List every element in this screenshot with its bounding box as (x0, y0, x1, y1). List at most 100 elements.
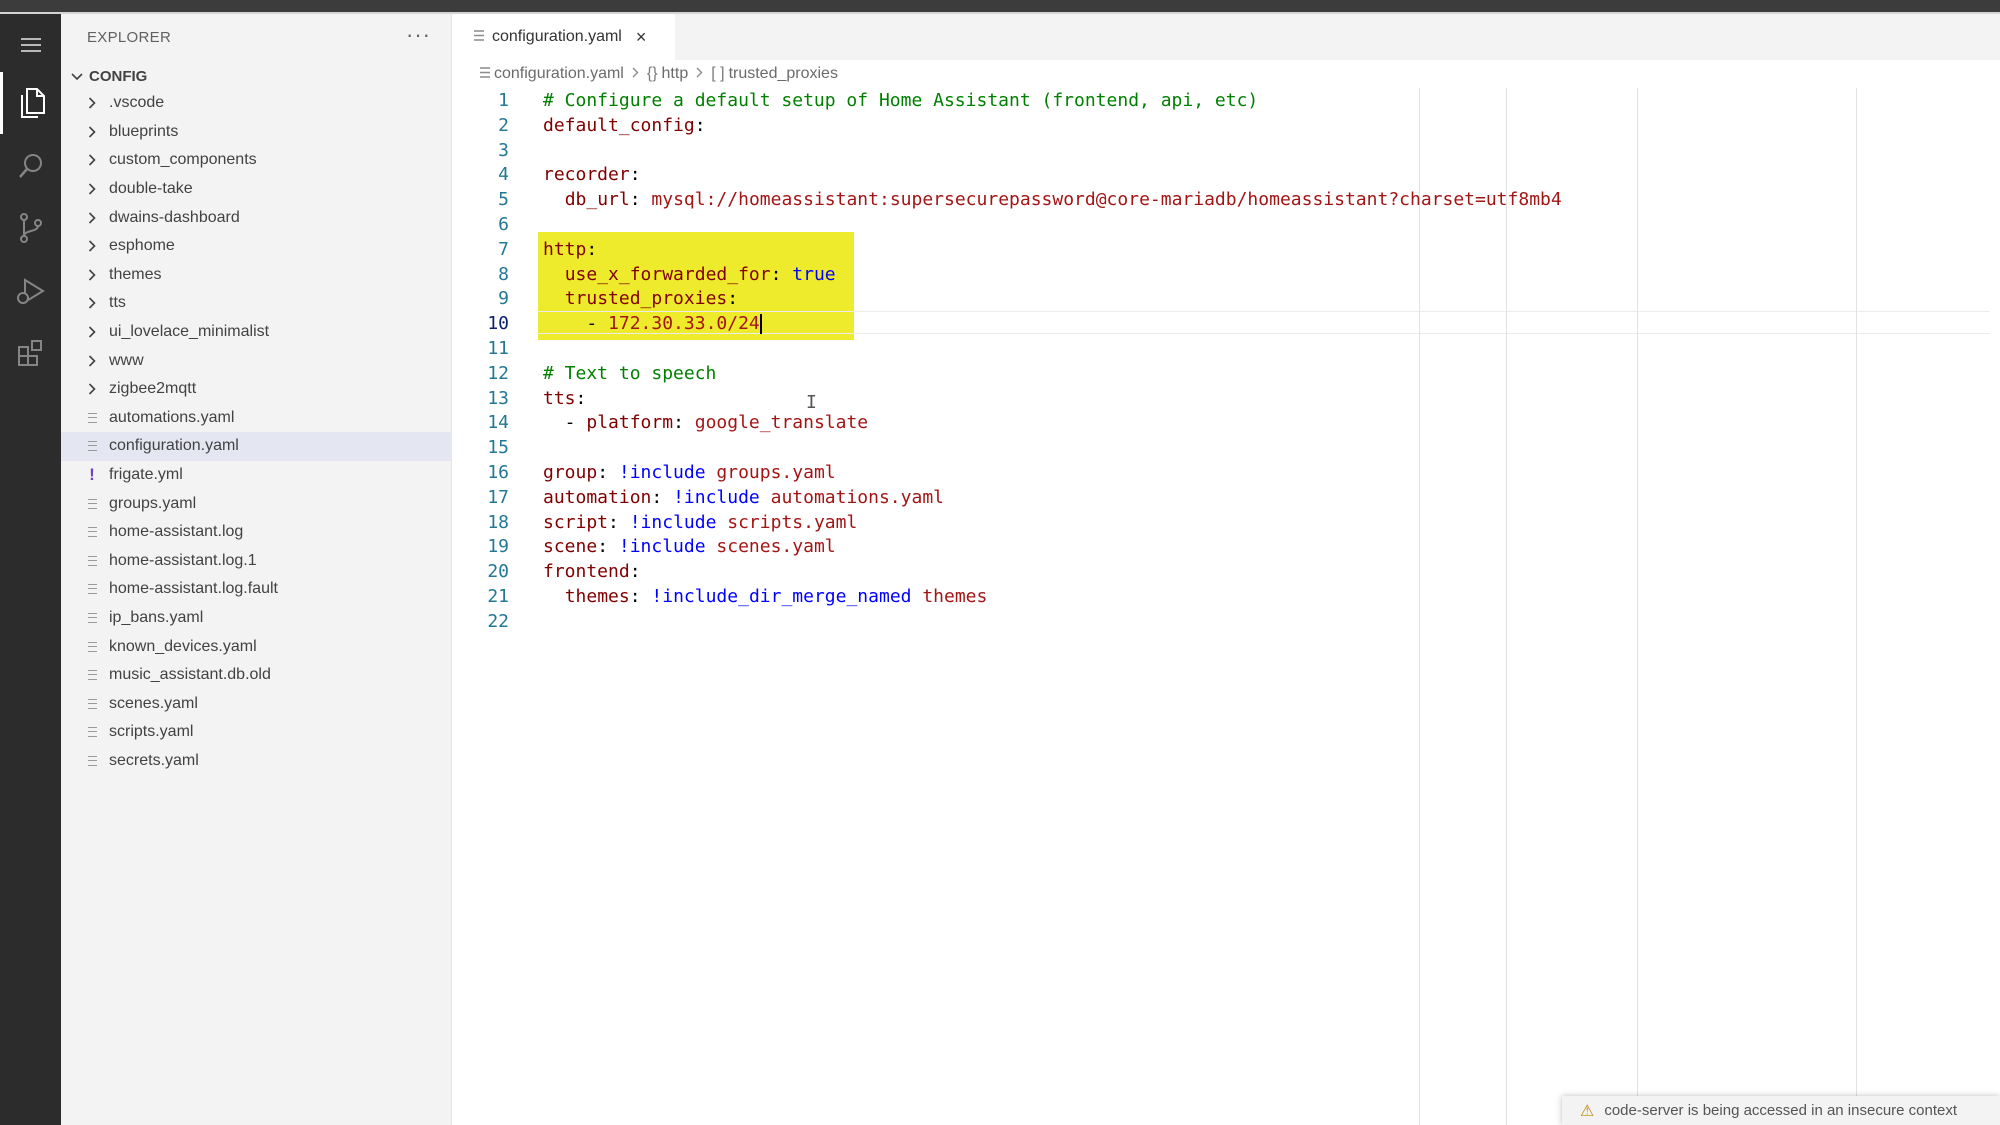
tree-folder[interactable]: tts (61, 289, 452, 318)
code-token: : (770, 263, 793, 285)
code-token: # Configure a default setup of Home Assi… (543, 90, 1259, 111)
tree-file[interactable]: home-assistant.log.1 (61, 547, 452, 576)
code-token: trusted_proxies (564, 288, 728, 310)
tree-folder[interactable]: custom_components (61, 146, 452, 175)
column-ruler (1506, 88, 1507, 1125)
close-icon[interactable]: × (636, 27, 647, 48)
tree-item-label: tts (109, 294, 126, 312)
line-text: tts: (543, 387, 586, 412)
chevron-right-icon (85, 383, 99, 395)
line-text: default_config: (543, 114, 706, 139)
tree-item-label: ip_bans.yaml (109, 608, 204, 626)
tree-file[interactable]: automations.yaml (61, 404, 452, 433)
run-debug-icon[interactable] (0, 260, 61, 322)
tree-item-label: themes (109, 265, 162, 283)
code-token: : (586, 238, 598, 260)
line-text: recorder: (543, 163, 641, 188)
tree-folder[interactable]: .vscode (61, 89, 452, 118)
notification-toast[interactable]: ⚠ code-server is being accessed in an in… (1562, 1096, 2000, 1125)
file-icon (85, 441, 99, 452)
chevron-right-icon (696, 65, 703, 83)
code-token: recorder (543, 164, 630, 186)
chevron-right-icon (85, 126, 99, 138)
tree-file[interactable]: scenes.yaml (61, 689, 452, 718)
code-token: : (597, 461, 619, 483)
code-token: !include (618, 461, 706, 483)
code-token: groups.yaml (705, 461, 836, 483)
line-number: 5 (498, 189, 509, 211)
line-number: 1 (498, 90, 509, 111)
line-number: 11 (487, 337, 509, 359)
code-token: : (575, 387, 587, 409)
activity-bar (0, 14, 61, 1125)
code-token: : (629, 189, 652, 211)
code-token: scene (543, 536, 598, 558)
file-icon (480, 65, 490, 83)
tab-configuration-yaml[interactable]: configuration.yaml × (452, 14, 675, 60)
breadcrumb-trusted-proxies[interactable]: trusted_proxies (729, 65, 838, 83)
line-number: 4 (498, 164, 509, 186)
tree-item-label: esphome (109, 237, 175, 255)
line-text: - 172.30.33.0/24 (543, 312, 762, 337)
tree-item-label: automations.yaml (109, 408, 235, 426)
code-token: 172.30.33.0/24 (608, 313, 760, 335)
tree-folder[interactable]: double-take (61, 175, 452, 204)
line-text: - platform: google_translate (543, 411, 868, 436)
menu-icon[interactable] (0, 20, 61, 70)
line-number: 7 (498, 238, 509, 260)
search-icon[interactable] (0, 135, 61, 197)
tree-item-label: double-take (109, 180, 193, 198)
chevron-right-icon (85, 154, 99, 167)
tree-folder[interactable]: ui_lovelace_minimalist (61, 318, 452, 347)
line-text: script: !include scripts.yaml (543, 511, 857, 536)
more-actions-icon[interactable]: ··· (406, 22, 431, 48)
line-text: scene: !include scenes.yaml (543, 535, 836, 560)
array-symbol-icon: [ ] (711, 65, 725, 82)
breadcrumb-http[interactable]: http (662, 65, 689, 83)
breadcrumb-file[interactable]: configuration.yaml (494, 65, 624, 83)
tree-item-label: secrets.yaml (109, 751, 199, 769)
column-ruler (1856, 88, 1857, 1125)
file-icon (85, 641, 99, 652)
tree-file[interactable]: ip_bans.yaml (61, 604, 452, 633)
tree-folder[interactable]: zigbee2mqtt (61, 375, 452, 404)
file-icon (85, 498, 99, 509)
code-token: tts (543, 387, 576, 409)
code-token: : (673, 412, 695, 434)
folder-root-config[interactable]: CONFIG (61, 63, 452, 89)
line-number: 6 (498, 213, 509, 235)
line-text: frontend: (543, 560, 641, 585)
file-icon (85, 727, 99, 738)
line-number: 18 (487, 511, 509, 533)
tree-item-label: known_devices.yaml (109, 637, 257, 655)
code-token: !include (673, 486, 760, 508)
tree-item-label: groups.yaml (109, 494, 197, 512)
source-control-icon[interactable] (0, 197, 61, 259)
tree-folder[interactable]: themes (61, 261, 452, 290)
tree-folder[interactable]: blueprints (61, 118, 452, 147)
tree-folder[interactable]: dwains-dashboard (61, 203, 452, 232)
tree-item-label: configuration.yaml (109, 437, 239, 455)
explorer-icon[interactable] (0, 72, 61, 134)
extensions-icon[interactable] (0, 322, 61, 384)
column-ruler (1419, 88, 1420, 1125)
tree-file[interactable]: known_devices.yaml (61, 632, 452, 661)
tree-folder[interactable]: www (61, 346, 452, 375)
line-number: 20 (487, 561, 509, 583)
tree-folder[interactable]: esphome (61, 232, 452, 261)
file-icon (474, 28, 484, 46)
line-text: http: (543, 238, 597, 263)
tree-file[interactable]: music_assistant.db.old (61, 661, 452, 690)
chevron-right-icon (85, 326, 99, 338)
folder-root-label: CONFIG (89, 67, 148, 85)
tree-file[interactable]: groups.yaml (61, 489, 452, 518)
code-token: !include (629, 511, 717, 533)
tree-file[interactable]: ! frigate.yml (61, 461, 452, 490)
code-token: : (629, 164, 641, 186)
line-text: automation: !include automations.yaml (543, 486, 944, 511)
tree-file[interactable]: scripts.yaml (61, 718, 452, 747)
tree-file[interactable]: home-assistant.log.fault (61, 575, 452, 604)
tree-file[interactable]: home-assistant.log (61, 518, 452, 547)
tree-file[interactable]: secrets.yaml (61, 747, 452, 776)
tree-file[interactable]: configuration.yaml (61, 432, 452, 461)
